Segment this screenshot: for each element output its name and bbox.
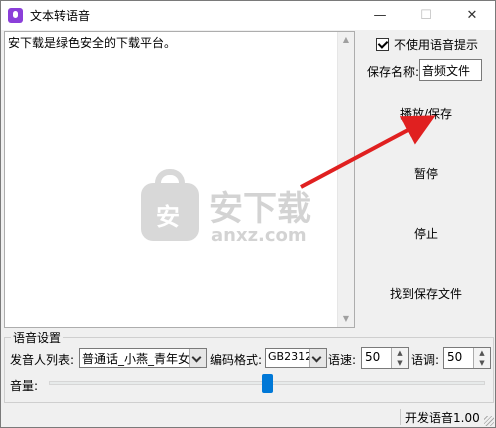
speed-spinner[interactable]: 50 ▲ ▼: [361, 347, 409, 369]
speaker-list-label: 发音人列表:: [10, 353, 75, 367]
app-window: 文本转语音 — ☐ ✕ 安下载是绿色安全的下载平台。 ▲ ▼ 安 安下载 anx…: [0, 0, 496, 428]
voice-settings-legend: 语音设置: [11, 329, 64, 346]
scroll-down-icon[interactable]: ▼: [338, 311, 354, 327]
window-title: 文本转语音: [30, 9, 91, 23]
speed-value: 50: [365, 350, 381, 364]
save-name-input[interactable]: 音频文件: [419, 59, 482, 81]
no-voice-prompt-label: 不使用语音提示: [394, 38, 479, 52]
status-divider: [400, 409, 401, 425]
pitch-spin-buttons[interactable]: ▲ ▼: [473, 348, 490, 368]
scroll-up-icon[interactable]: ▲: [338, 32, 354, 48]
no-voice-prompt-checkbox[interactable]: [376, 38, 389, 51]
editor-text: 安下载是绿色安全的下载平台。: [8, 36, 177, 50]
pitch-label: 语调:: [411, 353, 440, 367]
speaker-value: 普通话_小燕_青年女: [82, 352, 191, 366]
pause-button[interactable]: 暂停: [361, 154, 491, 194]
encoding-select[interactable]: GB2312: [265, 348, 327, 368]
maximize-button[interactable]: ☐: [403, 1, 449, 30]
spin-up-icon[interactable]: ▲: [474, 348, 490, 358]
vertical-scrollbar[interactable]: ▲ ▼: [337, 32, 354, 327]
save-name-label: 保存名称:: [367, 65, 420, 79]
no-voice-prompt-option[interactable]: 不使用语音提示: [376, 36, 478, 53]
pitch-value: 50: [447, 350, 463, 364]
speed-label: 语速:: [328, 353, 357, 367]
text-input-area[interactable]: 安下载是绿色安全的下载平台。 ▲ ▼: [4, 31, 355, 328]
spin-up-icon[interactable]: ▲: [392, 348, 408, 358]
encoding-label: 编码格式:: [210, 353, 263, 367]
version-text: 开发语音1.00: [405, 411, 480, 425]
find-saved-file-button[interactable]: 找到保存文件: [361, 274, 491, 314]
resize-grip-icon[interactable]: [484, 416, 494, 426]
encoding-value: GB2312: [268, 350, 313, 363]
stop-button[interactable]: 停止: [361, 214, 491, 254]
status-bar: 开发语音1.00: [1, 406, 495, 427]
spin-down-icon[interactable]: ▼: [474, 358, 490, 368]
play-save-button[interactable]: 播放/保存: [361, 94, 491, 134]
chevron-down-icon[interactable]: [309, 349, 326, 367]
speed-spin-buttons[interactable]: ▲ ▼: [391, 348, 408, 368]
minimize-button[interactable]: —: [357, 1, 403, 30]
chevron-down-icon[interactable]: [189, 349, 206, 367]
spin-down-icon[interactable]: ▼: [392, 358, 408, 368]
speaker-select[interactable]: 普通话_小燕_青年女: [79, 348, 207, 368]
volume-label: 音量:: [10, 379, 39, 393]
close-button[interactable]: ✕: [449, 1, 495, 30]
title-bar[interactable]: 文本转语音 — ☐ ✕: [1, 1, 495, 30]
voice-settings-group: [4, 337, 494, 403]
pitch-spinner[interactable]: 50 ▲ ▼: [443, 347, 491, 369]
volume-slider-thumb[interactable]: [261, 374, 273, 393]
microphone-icon: [8, 8, 23, 23]
